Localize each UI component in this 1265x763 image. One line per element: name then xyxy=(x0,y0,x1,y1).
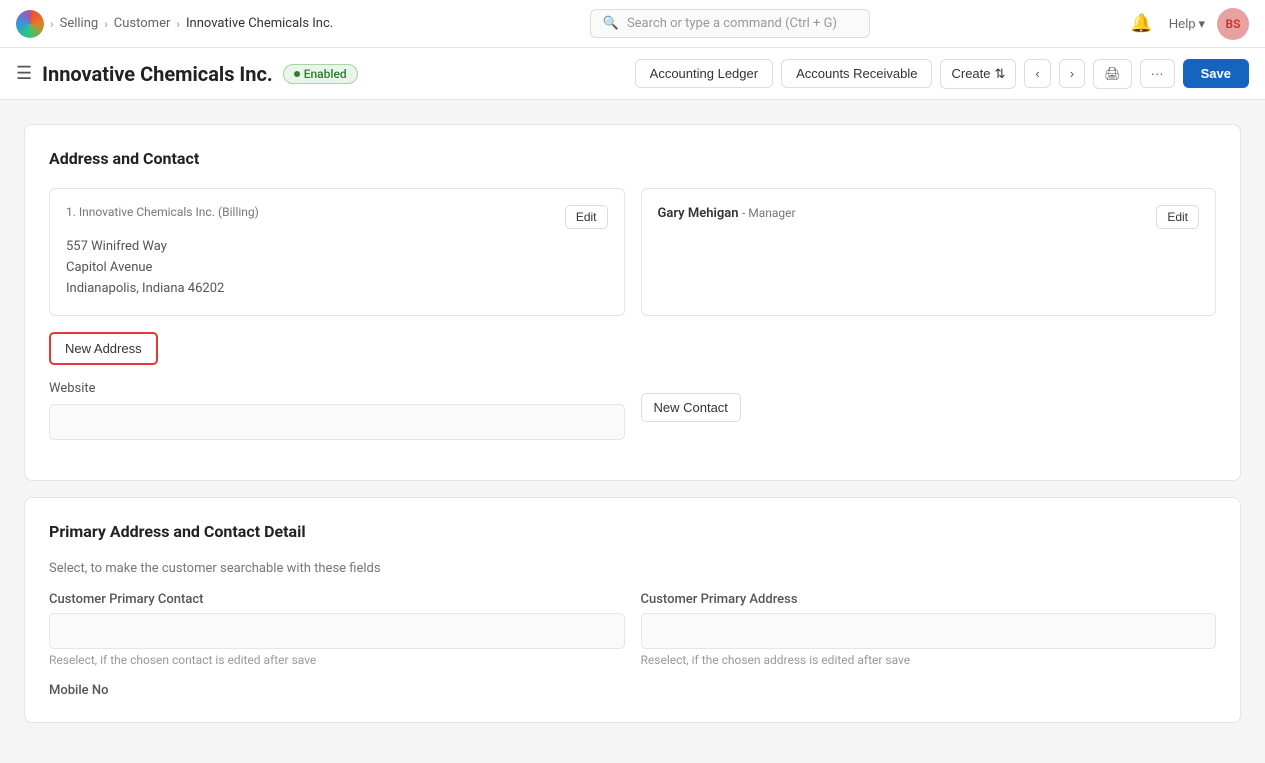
page-header: ☰ Innovative Chemicals Inc. Enabled Acco… xyxy=(0,48,1265,100)
address-box: 1. Innovative Chemicals Inc. (Billing) E… xyxy=(49,188,625,316)
primary-address-title: Primary Address and Contact Detail xyxy=(49,522,1216,541)
customer-primary-address-label: Customer Primary Address xyxy=(641,592,1217,607)
contact-role: - Manager xyxy=(742,206,796,220)
breadcrumb-sep-1: › xyxy=(50,17,54,31)
topnav-center: 🔍 Search or type a command (Ctrl + G) xyxy=(333,9,1126,38)
contact-edit-button[interactable]: Edit xyxy=(1156,205,1199,229)
status-dot xyxy=(294,71,300,77)
chevron-down-icon: ▾ xyxy=(1198,16,1205,32)
address-contact-title: Address and Contact xyxy=(49,149,1216,168)
website-input[interactable] xyxy=(49,404,625,440)
customer-primary-address-field: Customer Primary Address Reselect, if th… xyxy=(641,592,1217,667)
contact-box: Gary Mehigan - Manager Edit xyxy=(641,188,1217,316)
primary-address-card: Primary Address and Contact Detail Selec… xyxy=(24,497,1241,723)
customer-primary-contact-label: Customer Primary Contact xyxy=(49,592,625,607)
accounts-receivable-button[interactable]: Accounts Receivable xyxy=(781,59,932,88)
breadcrumb-current: Innovative Chemicals Inc. xyxy=(186,16,333,31)
create-chevron-icon: ⇅ xyxy=(995,66,1006,82)
primary-fields-row: Customer Primary Contact Reselect, if th… xyxy=(49,592,1216,667)
customer-primary-contact-field: Customer Primary Contact Reselect, if th… xyxy=(49,592,625,667)
address-contact-grid: 1. Innovative Chemicals Inc. (Billing) E… xyxy=(49,188,1216,316)
address-line3: Indianapolis, Indiana 46202 xyxy=(66,279,608,300)
website-label: Website xyxy=(49,381,625,396)
address-line1: 557 Winifred Way xyxy=(66,237,608,258)
customer-primary-address-input[interactable] xyxy=(641,613,1217,649)
contact-info: Gary Mehigan - Manager xyxy=(658,205,796,221)
address-box-header: 1. Innovative Chemicals Inc. (Billing) E… xyxy=(66,205,608,229)
page-header-right: Accounting Ledger Accounts Receivable Cr… xyxy=(635,59,1249,89)
create-button[interactable]: Create ⇅ xyxy=(940,59,1016,89)
new-contact-button[interactable]: New Contact xyxy=(641,393,741,422)
address-contact-card: Address and Contact 1. Innovative Chemic… xyxy=(24,124,1241,481)
new-contact-area: New Contact xyxy=(641,381,1217,440)
prev-button[interactable]: ‹ xyxy=(1024,59,1050,88)
address-lines: 557 Winifred Way Capitol Avenue Indianap… xyxy=(66,237,608,299)
mobile-no-label: Mobile No xyxy=(49,683,1216,698)
new-address-button[interactable]: New Address xyxy=(49,332,158,365)
primary-address-subtitle: Select, to make the customer searchable … xyxy=(49,561,1216,576)
avatar[interactable]: BS xyxy=(1217,8,1249,40)
accounting-ledger-button[interactable]: Accounting Ledger xyxy=(635,59,773,88)
search-bar[interactable]: 🔍 Search or type a command (Ctrl + G) xyxy=(590,9,870,38)
help-button[interactable]: Help ▾ xyxy=(1169,16,1205,32)
create-label: Create xyxy=(951,66,990,81)
save-button[interactable]: Save xyxy=(1183,59,1249,88)
address-entry-label: 1. Innovative Chemicals Inc. (Billing) xyxy=(66,205,259,220)
app-logo[interactable] xyxy=(16,10,44,38)
page-title: Innovative Chemicals Inc. xyxy=(42,62,273,86)
topnav-right: 🔔 Help ▾ BS xyxy=(1126,8,1249,40)
search-icon: 🔍 xyxy=(603,16,619,31)
search-placeholder: Search or type a command (Ctrl + G) xyxy=(627,16,837,31)
menu-toggle-button[interactable]: ☰ xyxy=(16,63,32,84)
address-type: (Billing) xyxy=(218,205,259,219)
reselect-address-note: Reselect, if the chosen address is edite… xyxy=(641,653,1217,667)
notification-button[interactable]: 🔔 xyxy=(1126,9,1156,38)
new-contact-row: Website New Contact xyxy=(49,381,1216,440)
contact-name: Gary Mehigan xyxy=(658,206,739,221)
status-label: Enabled xyxy=(304,67,347,81)
breadcrumb-selling[interactable]: Selling xyxy=(60,16,99,31)
page-header-left: ☰ Innovative Chemicals Inc. Enabled xyxy=(16,62,358,86)
status-badge: Enabled xyxy=(283,64,358,84)
help-label: Help xyxy=(1169,16,1196,31)
website-field: Website xyxy=(49,381,625,440)
breadcrumb-sep-3: › xyxy=(176,17,180,31)
more-options-button[interactable]: ··· xyxy=(1140,59,1175,88)
address-contact-card-body: Address and Contact 1. Innovative Chemic… xyxy=(25,125,1240,480)
address-line2: Capitol Avenue xyxy=(66,258,608,279)
next-button[interactable]: › xyxy=(1059,59,1085,88)
breadcrumb-customer[interactable]: Customer xyxy=(114,16,171,31)
customer-primary-contact-input[interactable] xyxy=(49,613,625,649)
breadcrumb-sep-2: › xyxy=(104,17,108,31)
main-content: Address and Contact 1. Innovative Chemic… xyxy=(0,100,1265,763)
topnav-left: › Selling › Customer › Innovative Chemic… xyxy=(16,10,333,38)
primary-address-card-body: Primary Address and Contact Detail Selec… xyxy=(25,498,1240,722)
print-button[interactable]: 🖨 xyxy=(1093,59,1132,89)
address-edit-button[interactable]: Edit xyxy=(565,205,608,229)
reselect-contact-note: Reselect, if the chosen contact is edite… xyxy=(49,653,625,667)
mobile-no-row: Mobile No xyxy=(49,683,1216,698)
topnav: › Selling › Customer › Innovative Chemic… xyxy=(0,0,1265,48)
